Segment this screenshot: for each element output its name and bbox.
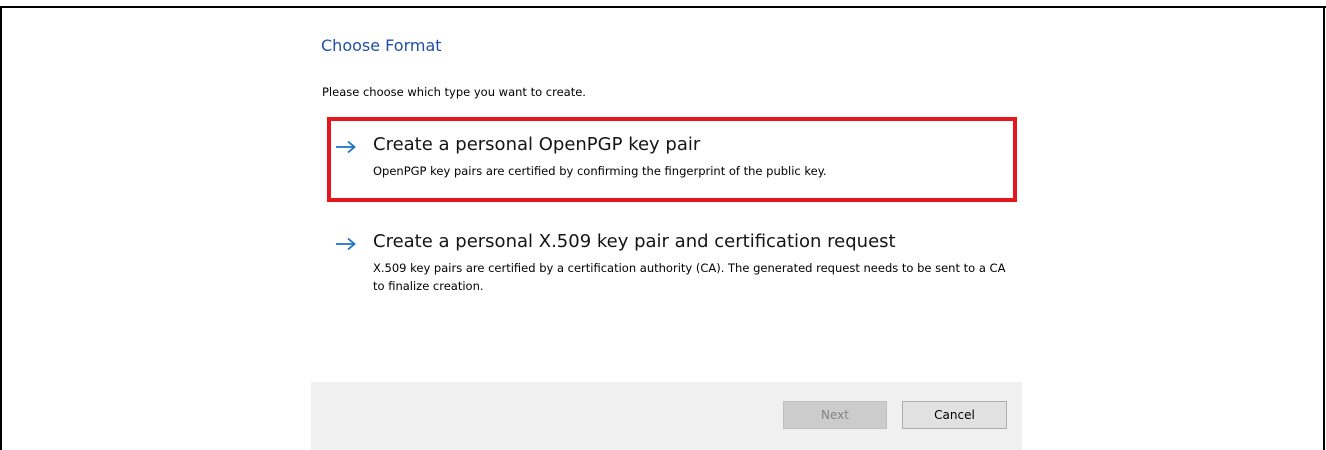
page-title: Choose Format <box>321 36 442 55</box>
arrow-right-icon <box>336 237 356 251</box>
dialog-footer: Next Cancel <box>311 382 1022 450</box>
next-button[interactable]: Next <box>783 401 887 429</box>
option-title: Create a personal X.509 key pair and cer… <box>373 231 896 252</box>
frame-border-right <box>1323 6 1325 450</box>
option-description: X.509 key pairs are certified by a certi… <box>373 261 1006 293</box>
option-description: OpenPGP key pairs are certified by confi… <box>373 164 827 178</box>
screenshot-frame: Choose Format Please choose which type y… <box>0 0 1326 450</box>
instructions-text: Please choose which type you want to cre… <box>322 85 586 99</box>
frame-border-left <box>0 6 2 450</box>
cancel-button[interactable]: Cancel <box>902 401 1007 429</box>
arrow-right-icon <box>336 140 356 154</box>
option-title: Create a personal OpenPGP key pair <box>373 134 701 155</box>
key-pair-creation-dialog: Choose Format Please choose which type y… <box>311 8 1022 450</box>
